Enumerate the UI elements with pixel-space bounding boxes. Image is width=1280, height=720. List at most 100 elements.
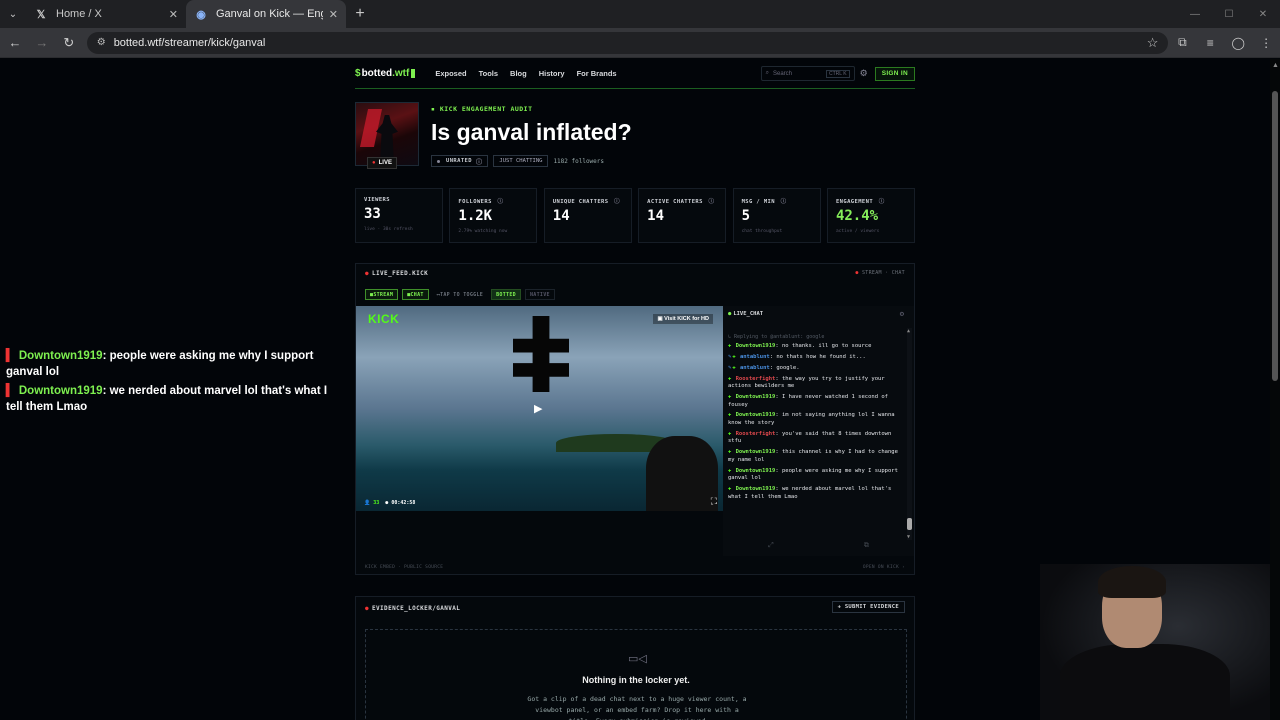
botted-toggle[interactable]: BOTTED: [491, 289, 521, 300]
site-header: $ botted .wtf Exposed Tools Blog History…: [355, 59, 915, 89]
scroll-up-icon[interactable]: ▲: [907, 328, 910, 334]
cross-graphic: [513, 316, 569, 392]
chat-username[interactable]: Downtown1919: [736, 394, 776, 400]
stat-sub: active / viewers: [835, 229, 880, 234]
chat-username[interactable]: Downtown1919: [736, 343, 776, 349]
chat-username[interactable]: Downtown1919: [736, 468, 776, 474]
back-icon[interactable]: ←: [3, 31, 27, 55]
media-control-icon[interactable]: ≡: [1196, 31, 1224, 55]
live-feed-panel: ● LIVE_FEED.KICK ● STREAM · CHAT ■ STREAM…: [355, 263, 915, 575]
hero-chips: UNRATED ⓘ JUST CHATTING 1182 followers: [431, 155, 604, 167]
site-info-icon[interactable]: ⚙: [97, 37, 106, 48]
overlay-message: ▍ Downtown1919: people were asking me why…: [6, 349, 336, 380]
info-icon[interactable]: ⓘ: [494, 199, 504, 205]
browser-tab-bar: ⌄ 𝕏 Home / X ✕ ◉ Ganval on Kick — Engage…: [0, 0, 1280, 28]
minimize-icon[interactable]: —: [1178, 0, 1212, 28]
visit-kick-button[interactable]: ▣ Visit KICK for HD: [653, 314, 713, 324]
overlay-bar-icon: ▍: [6, 350, 15, 362]
info-icon[interactable]: ⓘ: [875, 199, 885, 205]
visit-kick-label: Visit KICK for HD: [664, 316, 709, 322]
profile-icon[interactable]: ◯: [1224, 31, 1252, 55]
reload-icon[interactable]: ↻: [57, 31, 81, 55]
stream-toggle[interactable]: ■ STREAM: [365, 289, 399, 300]
stat-label-text: FOLLOWERS: [458, 199, 492, 205]
live-label: LIVE: [378, 160, 392, 166]
settings-gear-icon[interactable]: ⚙: [860, 68, 868, 79]
chat-footer: ⤢ ⧉: [723, 534, 914, 556]
chat-message: ✚ Downtown1919: this channel is why I ha…: [728, 449, 898, 463]
nav-exposed[interactable]: Exposed: [435, 69, 466, 78]
tab-search-chevron-icon[interactable]: ⌄: [0, 0, 26, 28]
chat-username[interactable]: Downtown1919: [736, 449, 776, 455]
chat-settings-icon[interactable]: ⚙: [900, 310, 904, 318]
close-tab-icon[interactable]: ✕: [169, 8, 178, 21]
page-scroll-thumb[interactable]: [1272, 91, 1278, 381]
sign-in-button[interactable]: SIGN IN: [874, 66, 915, 81]
chat-scroll-thumb[interactable]: [907, 518, 912, 530]
video-player[interactable]: KICK ▣ Visit KICK for HD ▶ 👤 33 ● 00:42:…: [356, 306, 723, 511]
stat-sub: chat throughput: [741, 229, 783, 234]
video-status: 👤 33 ● 00:42:58: [364, 500, 415, 506]
new-tab-icon[interactable]: +: [346, 5, 374, 23]
expand-icon[interactable]: ⤢: [768, 541, 774, 550]
menu-kebab-icon[interactable]: ⋮: [1252, 31, 1280, 55]
nav-for-brands[interactable]: For Brands: [577, 69, 617, 78]
chat-message: ✚ Downtown1919: we nerded about marvel l…: [728, 486, 892, 500]
info-icon[interactable]: ⓘ: [610, 199, 620, 205]
overlay-username: Downtown1919: [18, 350, 103, 362]
info-icon[interactable]: ⓘ: [777, 199, 787, 205]
live-chat-panel: ● LIVE_CHAT ⚙ ↳ Replying to @antablunt: g…: [723, 306, 914, 556]
close-window-icon[interactable]: ✕: [1246, 0, 1280, 28]
chat-username[interactable]: antablunt: [740, 365, 770, 371]
nav-tools[interactable]: Tools: [479, 69, 498, 78]
chat-username[interactable]: Roosterfight: [736, 376, 776, 382]
extensions-icon[interactable]: ⧉: [1168, 31, 1196, 55]
nav-blog[interactable]: Blog: [510, 69, 527, 78]
url-text[interactable]: botted.wtf/streamer/kick/ganval: [114, 37, 1147, 49]
play-icon[interactable]: ▶: [534, 402, 542, 415]
open-on-kick-link[interactable]: OPEN ON KICK ›: [863, 565, 905, 570]
live-chat-title-text: LIVE_CHAT: [733, 311, 764, 317]
search-input[interactable]: ⌕ Search CTRL K: [760, 66, 855, 81]
overlay-username: Downtown1919: [18, 385, 103, 397]
scroll-up-icon[interactable]: ▲: [1272, 62, 1279, 69]
logo-cursor: [411, 69, 416, 78]
native-toggle[interactable]: NATIVE: [524, 289, 555, 300]
stat-label: UNIQUE CHATTERS ⓘ: [553, 197, 623, 205]
popout-icon[interactable]: ⧉: [864, 541, 869, 550]
stat-label: FOLLOWERS ⓘ: [458, 197, 528, 205]
uptime: ● 00:42:58: [385, 500, 416, 506]
live-dot-icon: ●: [365, 270, 370, 277]
page-scrollbar[interactable]: ▲: [1270, 59, 1280, 720]
bookmark-star-icon[interactable]: ☆: [1147, 35, 1159, 51]
info-icon[interactable]: ⓘ: [476, 157, 482, 166]
evidence-title-text: EVIDENCE_LOCKER/GANVAL: [372, 605, 461, 612]
forward-icon[interactable]: →: [30, 31, 54, 55]
feed-title-text: LIVE_FEED.KICK: [372, 270, 429, 277]
nav-history[interactable]: History: [539, 69, 565, 78]
stat-label-text: ACTIVE CHATTERS: [647, 199, 703, 205]
sub-badge-icon: ✚: [728, 486, 732, 493]
chat-username[interactable]: Downtown1919: [736, 486, 776, 492]
stats-row: VIEWERS 33 live · 30s refresh FOLLOWERS …: [355, 188, 915, 243]
fullscreen-icon[interactable]: ⛶: [711, 496, 717, 507]
info-icon[interactable]: ⓘ: [705, 199, 715, 205]
streamer-webcam: [1040, 564, 1270, 720]
live-dot-icon: ●: [365, 605, 370, 612]
chat-toggle[interactable]: ■ CHAT: [402, 289, 429, 300]
stat-value: 14: [552, 208, 570, 224]
chat-scrollbar[interactable]: ▲ ▼: [907, 328, 912, 540]
tab-ganval-kick[interactable]: ◉ Ganval on Kick — Engagement ✕: [186, 0, 346, 28]
chat-username[interactable]: Roosterfight: [736, 431, 776, 437]
chat-username[interactable]: antablunt: [740, 354, 770, 360]
submit-evidence-button[interactable]: + SUBMIT EVIDENCE: [831, 601, 905, 613]
address-bar[interactable]: ⚙ botted.wtf/streamer/kick/ganval ☆: [86, 31, 1169, 54]
rating-chip: UNRATED ⓘ: [431, 155, 489, 167]
maximize-icon[interactable]: ☐: [1212, 0, 1246, 28]
tab-home-x[interactable]: 𝕏 Home / X ✕: [26, 0, 186, 28]
site-logo[interactable]: $ botted .wtf: [355, 68, 416, 79]
stat-value: 33: [364, 206, 381, 222]
chat-message: ✚ Downtown1919: I have never watched 1 s…: [728, 394, 888, 408]
close-tab-icon[interactable]: ✕: [329, 8, 338, 21]
chat-username[interactable]: Downtown1919: [736, 412, 776, 418]
